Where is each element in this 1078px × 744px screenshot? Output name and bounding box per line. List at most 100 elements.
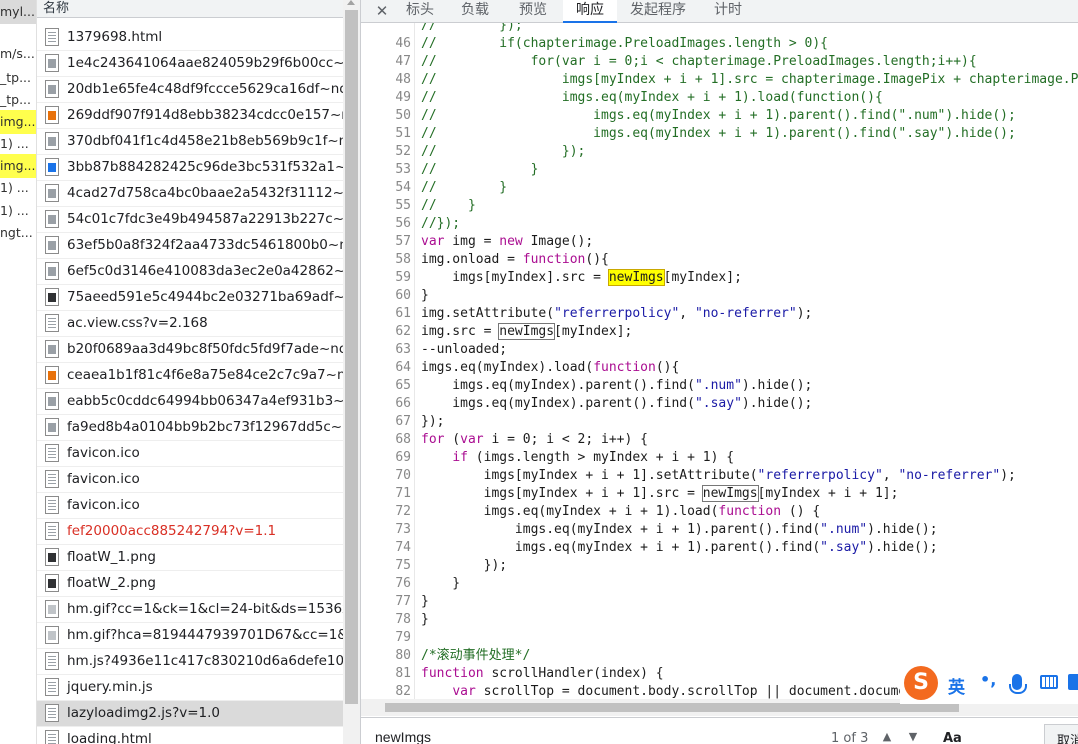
file-row[interactable]: b20f0689aa3d49bc8f50fdc5fd9f7ade~noc [37, 337, 343, 363]
line-number: 72 [395, 504, 411, 519]
request-row-clipped[interactable]: ngt... [0, 221, 36, 245]
file-row[interactable]: 269ddf907f914d8ebb38234cdcc0e157~n... [37, 103, 343, 129]
skin-icon[interactable] [1068, 674, 1078, 690]
tab-2[interactable]: 预览 [513, 0, 553, 23]
line-number: 68 [395, 432, 411, 447]
file-row[interactable]: 4cad27d758ca4bc0baae2a5432f31112~n... [37, 181, 343, 207]
code-text: } [421, 611, 429, 629]
file-row[interactable]: lazyloadimg2.js?v=1.0 [37, 701, 343, 727]
search-input[interactable] [375, 728, 575, 744]
file-row[interactable]: 370dbf041f1c4d458e21b8eb569b9c1f~no [37, 129, 343, 155]
line-number: 66 [395, 396, 411, 411]
code-line: 59 imgs[myIndex].src = newImgs[myIndex]; [361, 269, 1078, 287]
file-row[interactable]: fa9ed8b4a0104bb9b2bc73f12967dd5c~n... [37, 415, 343, 441]
file-row[interactable]: ac.view.css?v=2.168 [37, 311, 343, 337]
request-row-clipped[interactable]: m/s... [0, 42, 36, 66]
file-row[interactable]: 54c01c7fdc3e49b494587a22913b227c~n... [37, 207, 343, 233]
file-row[interactable]: loading.html [37, 727, 343, 744]
file-row[interactable]: 6ef5c0d3146e410083da3ec2e0a42862~n... [37, 259, 343, 285]
request-row-clipped[interactable]: 1) ... [0, 199, 36, 223]
request-row-clipped[interactable]: 1) ... [0, 176, 36, 200]
file-row[interactable]: favicon.ico [37, 441, 343, 467]
tab-1[interactable]: 负载 [457, 0, 493, 23]
code-token: // imgs.eq(myIndex + i + 1).load(functio… [421, 90, 883, 105]
code-line: 55 // } [361, 197, 1078, 215]
request-row-clipped[interactable]: 1) ... [0, 132, 36, 156]
scroll-up-icon[interactable] [347, 0, 355, 5]
file-row[interactable]: eabb5c0cddc64994bb06347a4ef931b3~n... [37, 389, 343, 415]
request-row-clipped[interactable]: _tp... [0, 88, 36, 112]
code-line: 58 img.onload = function(){ [361, 251, 1078, 269]
previous-match-button[interactable]: ▲ [878, 730, 896, 744]
tab-5[interactable]: 计时 [709, 0, 747, 23]
cancel-button[interactable]: 取消 [1044, 724, 1078, 744]
code-line: 73 imgs.eq(myIndex + i + 1).parent().fin… [361, 521, 1078, 539]
file-name: lazyloadimg2.js?v=1.0 [67, 705, 221, 721]
file-row[interactable]: ceaea1b1f81c4f6e8a75e84ce2c7c9a7~no... [37, 363, 343, 389]
file-row[interactable]: hm.gif?hca=8194447939701D67&cc=1&c [37, 623, 343, 649]
code-token: var [452, 684, 476, 699]
match-case-button[interactable]: Aa [943, 731, 962, 744]
file-row[interactable]: 1379698.html [37, 25, 343, 51]
file-row[interactable]: hm.js?4936e11c417c830210d6a6defe10b... [37, 649, 343, 675]
file-row[interactable]: floatW_1.png [37, 545, 343, 571]
code-line: 77} [361, 593, 1078, 611]
keyboard-icon[interactable] [1040, 675, 1058, 689]
request-row-clipped[interactable]: _tp... [0, 66, 36, 90]
line-number: 57 [395, 234, 411, 249]
line-number: 46 [395, 36, 411, 51]
file-row[interactable]: 75aeed591e5c4944bc2e03271ba69adf~n... [37, 285, 343, 311]
code-token: "no-referrer" [898, 468, 1001, 483]
request-row-clipped[interactable]: myl... [0, 0, 36, 24]
file-row[interactable]: favicon.ico [37, 467, 343, 493]
tab-0[interactable]: 标头 [403, 0, 437, 23]
match-count: 1 of 3 [831, 731, 869, 744]
file-name: favicon.ico [67, 445, 140, 461]
response-code-viewer[interactable]: // }); 46 // if(chapterimage.PreloadImages… [361, 23, 1078, 699]
name-column-header[interactable]: 名称 [37, 0, 343, 18]
ime-language-toggle[interactable]: 英 [948, 673, 965, 698]
file-icon [45, 106, 59, 124]
scrollbar-thumb[interactable] [345, 10, 358, 704]
code-token: imgs.eq(myIndex + i + 1).parent().find( [421, 540, 821, 555]
scrollbar-thumb[interactable] [385, 703, 959, 712]
search-match: newImgs [607, 269, 665, 286]
tab-3[interactable]: 响应 [563, 0, 617, 23]
next-match-button[interactable]: ▼ [904, 730, 922, 744]
close-icon[interactable]: ✕ [373, 0, 391, 22]
file-row[interactable]: 63ef5b0a8f324f2aa4733dc5461800b0~no [37, 233, 343, 259]
code-line: 61 img.setAttribute("referrerpolicy", "no… [361, 305, 1078, 323]
ime-punctuation-toggle[interactable]: •, [980, 670, 996, 689]
file-name: 3bb87b884282425c96de3bc531f532a1~n [67, 159, 343, 175]
code-text: // if(chapterimage.PreloadImages.length … [421, 35, 828, 53]
code-token: img = [444, 234, 500, 249]
file-icon [45, 626, 59, 644]
file-row[interactable]: 3bb87b884282425c96de3bc531f532a1~n [37, 155, 343, 181]
tab-4[interactable]: 发起程序 [625, 0, 691, 23]
code-line: 74 imgs.eq(myIndex + i + 1).parent().fin… [361, 539, 1078, 557]
line-number: 70 [395, 468, 411, 483]
file-row[interactable]: hm.gif?cc=1&ck=1&cl=24-bit&ds=1536x [37, 597, 343, 623]
file-row[interactable]: favicon.ico [37, 493, 343, 519]
request-row-clipped[interactable]: img... [0, 154, 36, 178]
request-row-clipped[interactable]: img... [0, 110, 36, 134]
file-icon [45, 132, 59, 150]
ime-toolbar: S 英 •, [900, 664, 1078, 704]
code-token: ( [444, 432, 461, 447]
file-row[interactable]: fef20000acc885242794?v=1.1 [37, 519, 343, 545]
file-row[interactable]: floatW_2.png [37, 571, 343, 597]
file-row[interactable]: 1e4c243641064aae824059b29f6b00cc~n... [37, 51, 343, 77]
file-row[interactable]: jquery.min.js [37, 675, 343, 701]
code-token: // for(var i = 0;i < chapterimage.Preloa… [421, 54, 977, 69]
file-icon [45, 288, 59, 306]
sogou-logo-icon[interactable]: S [904, 666, 938, 700]
code-token: imgs[myIndex + i + 1].setAttribute( [421, 468, 758, 483]
microphone-icon[interactable] [1009, 674, 1027, 694]
file-icon [45, 444, 59, 462]
file-list-scrollbar[interactable] [343, 0, 360, 744]
file-name: 1379698.html [67, 29, 163, 45]
line-number: 76 [395, 576, 411, 591]
details-tabbar: ✕ 标头 负载 预览 响应 发起程序 计时 [361, 0, 1078, 23]
code-token: } [421, 288, 429, 303]
file-row[interactable]: 20db1e65fe4c48df9fccce5629ca16df~noc [37, 77, 343, 103]
